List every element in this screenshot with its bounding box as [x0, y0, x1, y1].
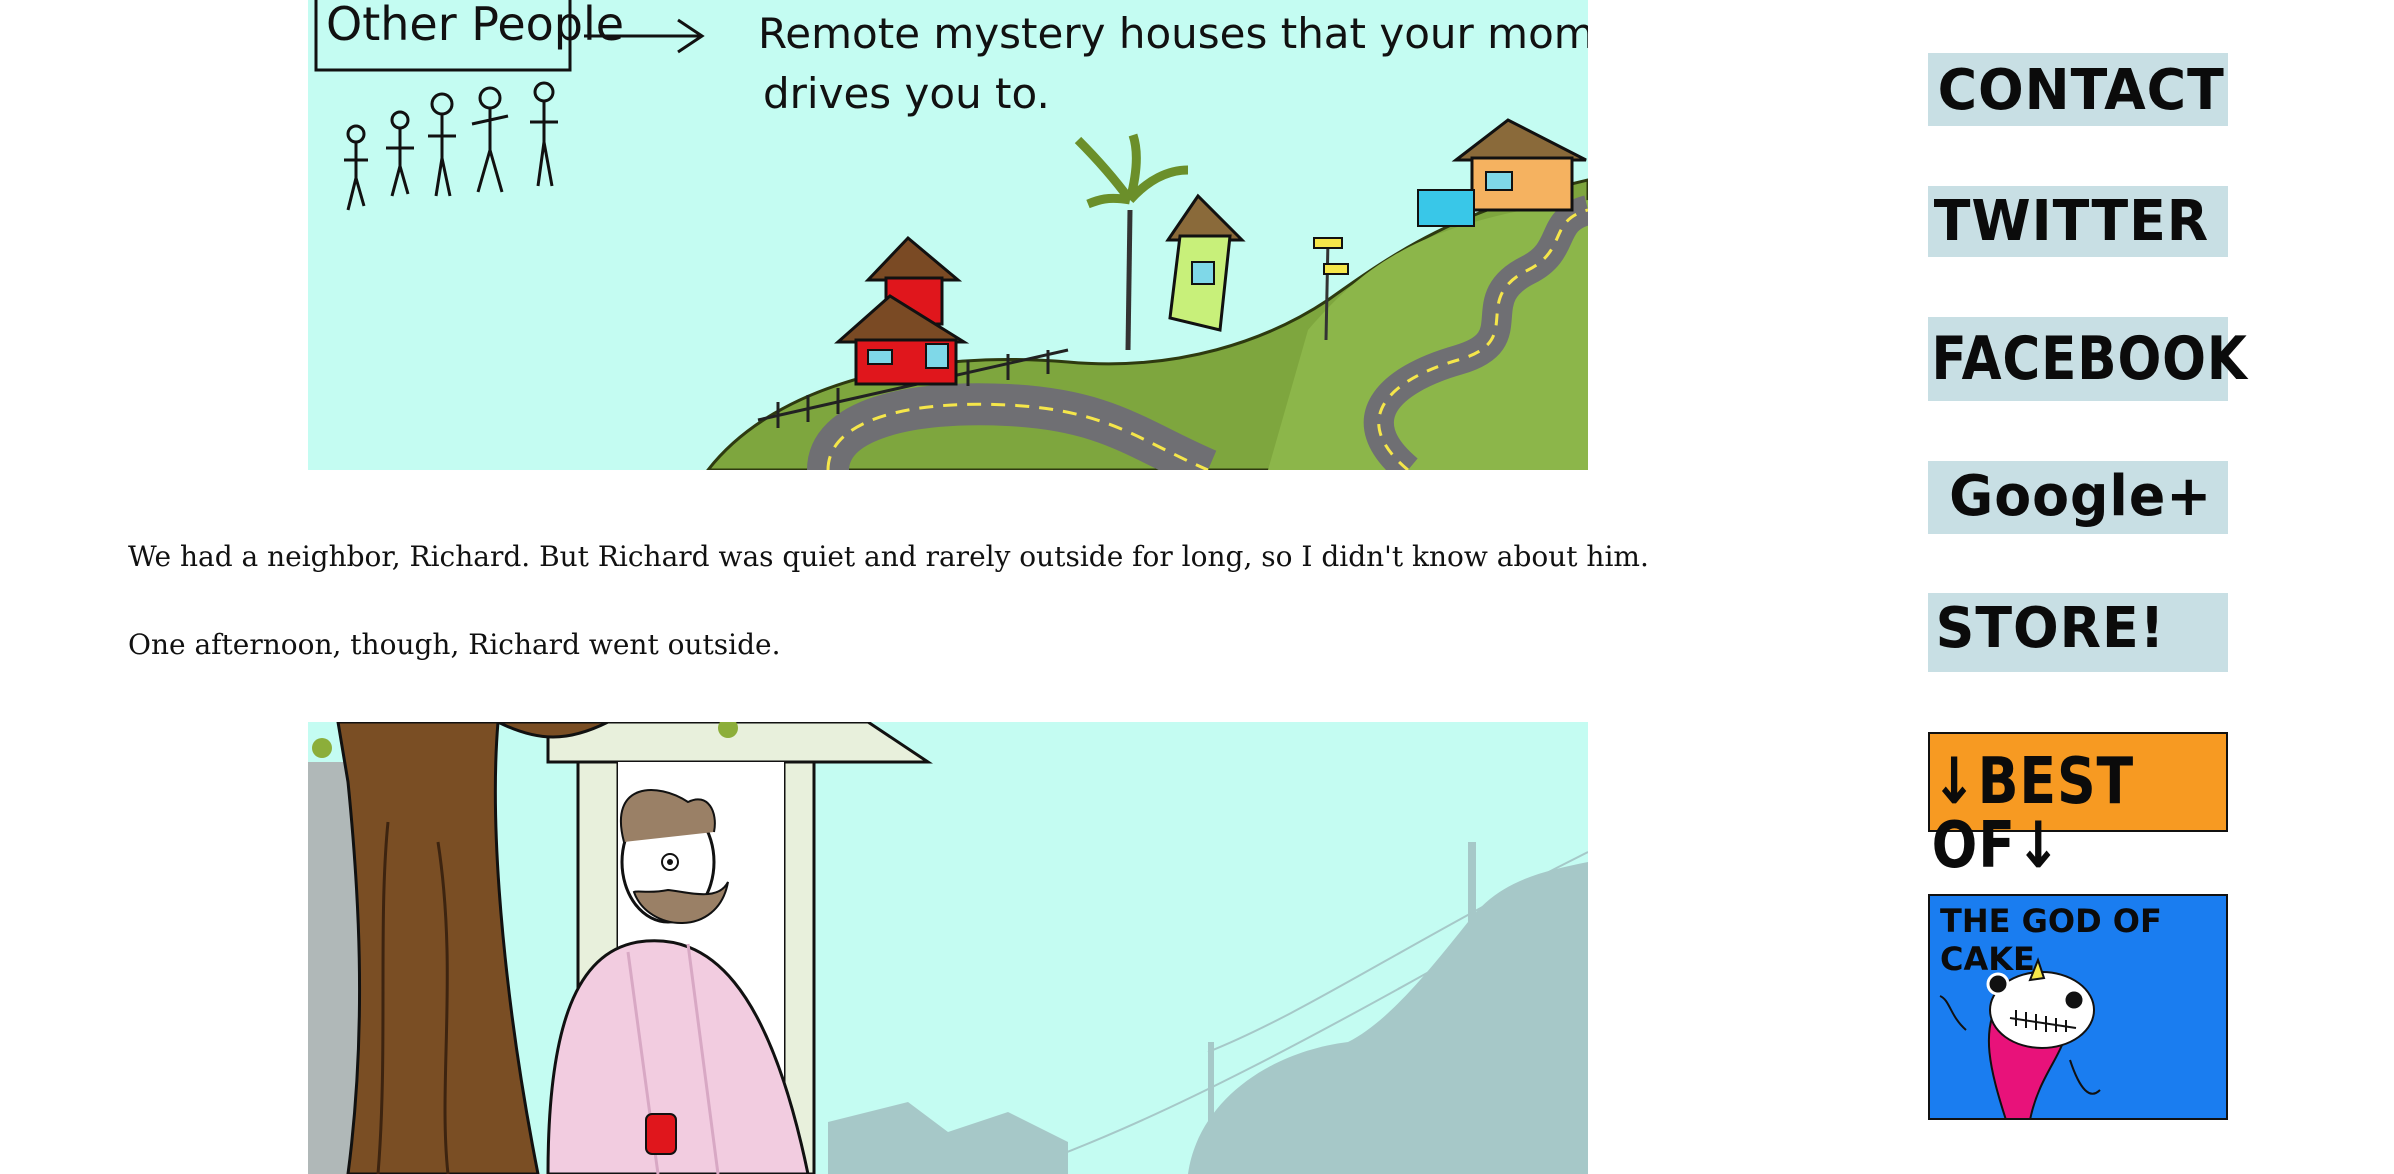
other-people-label: Other People [326, 0, 624, 51]
facebook-button[interactable]: FACEBOOK [1928, 317, 2248, 401]
comic-panel-richard [308, 722, 1588, 1174]
comic-caption-line1: Remote mystery houses that your mom [758, 9, 1588, 58]
google-plus-label: Google+ [1949, 464, 2213, 529]
twitter-button[interactable]: TWITTER [1928, 186, 2228, 257]
best-of-button[interactable]: ↓BEST OF↓ [1928, 732, 2228, 878]
houses-illustration: Other People Remote mystery houses that … [308, 0, 1588, 470]
god-of-cake-button[interactable]: THE GOD OF CAKE [1928, 894, 2228, 1120]
god-of-cake-creature [1939, 957, 2101, 1118]
article-paragraph-2: One afternoon, though, Richard went outs… [128, 628, 781, 661]
facebook-label: FACEBOOK [1931, 324, 2248, 394]
store-label: STORE! [1935, 596, 2166, 661]
store-button[interactable]: STORE! [1928, 593, 2228, 672]
twitter-label: TWITTER [1933, 189, 2210, 254]
best-of-label: ↓BEST OF↓ [1931, 745, 2135, 883]
richard-illustration [308, 722, 1588, 1174]
comic-panel-houses: Other People Remote mystery houses that … [308, 0, 1588, 470]
contact-button[interactable]: CONTACT [1928, 53, 2228, 126]
article-paragraph-1: We had a neighbor, Richard. But Richard … [128, 540, 1649, 573]
contact-label: CONTACT [1937, 58, 2225, 123]
google-plus-button[interactable]: Google+ [1928, 461, 2228, 534]
comic-caption-line2: drives you to. [763, 69, 1050, 118]
